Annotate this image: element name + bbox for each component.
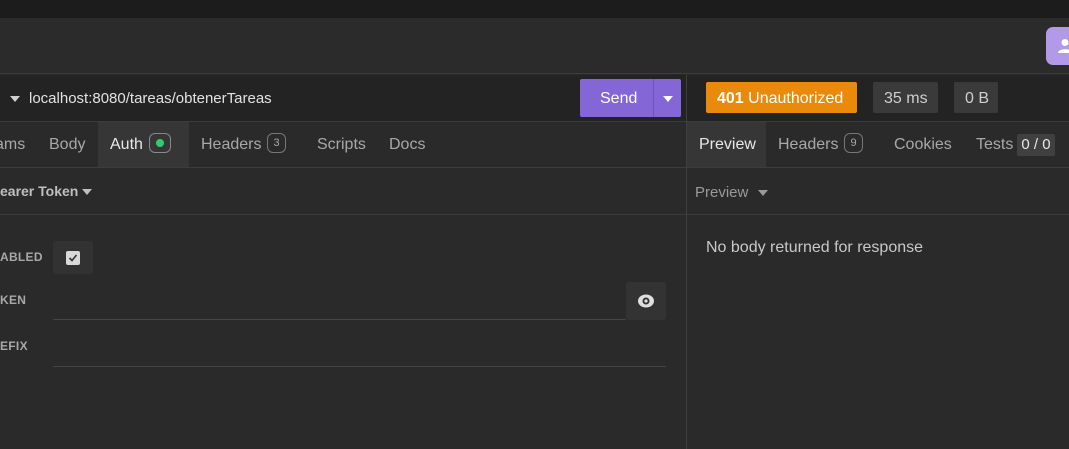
tests-count-badge: 0 / 0 xyxy=(1017,134,1055,156)
method-dropdown-chevron-down-icon[interactable] xyxy=(10,96,20,102)
response-size: 0 B xyxy=(965,90,990,107)
toggle-visibility-button[interactable] xyxy=(626,282,666,320)
tab-body[interactable]: Body xyxy=(37,122,97,167)
token-input[interactable] xyxy=(53,319,626,320)
response-time: 35 ms xyxy=(884,90,928,107)
tab-tests[interactable]: Tests 0 / 0 xyxy=(964,122,1069,167)
tab-auth[interactable]: Auth xyxy=(98,122,189,167)
prefix-label: EFIX xyxy=(0,339,28,353)
tab-preview[interactable]: Preview xyxy=(687,122,766,167)
empty-response-message: No body returned for response xyxy=(706,239,924,256)
response-headers-count-badge: 9 xyxy=(844,132,863,153)
prefix-input[interactable] xyxy=(53,366,666,367)
tab-params[interactable]: ams xyxy=(0,122,40,167)
eye-icon xyxy=(638,294,654,308)
headers-count-badge: 3 xyxy=(267,132,286,153)
send-divider xyxy=(653,79,654,117)
tab-label: Body xyxy=(49,136,86,153)
token-label: KEN xyxy=(0,293,27,307)
status-text: 401 Unauthorized xyxy=(717,90,843,108)
tab-headers[interactable]: Headers 3 xyxy=(189,122,298,167)
tab-label: Auth xyxy=(110,136,143,153)
user-icon xyxy=(1058,39,1069,53)
tab-label: Scripts xyxy=(317,136,366,153)
enabled-checkbox[interactable] xyxy=(66,251,80,265)
window-top-bar xyxy=(0,0,1069,18)
app-header xyxy=(0,18,1069,74)
divider xyxy=(687,214,1069,215)
chevron-down-icon[interactable] xyxy=(758,190,768,196)
preview-mode-dropdown[interactable]: Preview xyxy=(695,184,748,201)
tab-label: Cookies xyxy=(894,136,952,153)
profile-button[interactable] xyxy=(1046,27,1069,65)
tab-label: Tests xyxy=(976,136,1014,153)
tab-response-headers[interactable]: Headers 9 xyxy=(766,122,875,167)
status-code: 401 xyxy=(717,90,744,107)
tab-label: Preview xyxy=(699,136,756,153)
chevron-down-icon[interactable] xyxy=(82,189,92,195)
tab-cookies[interactable]: Cookies xyxy=(882,122,964,167)
tab-label: Docs xyxy=(389,136,426,153)
tab-docs[interactable]: Docs xyxy=(377,122,437,167)
tab-label: ams xyxy=(0,136,26,153)
send-options-chevron-down-icon[interactable] xyxy=(663,96,673,102)
auth-enabled-status-icon xyxy=(148,132,171,153)
url-input[interactable]: localhost:8080/tareas/obtenerTareas xyxy=(29,89,272,109)
auth-type-row xyxy=(0,168,686,215)
check-icon xyxy=(68,254,78,262)
tab-label: Headers xyxy=(778,136,839,153)
tab-scripts[interactable]: Scripts xyxy=(305,122,378,167)
auth-type-dropdown[interactable]: earer Token xyxy=(0,183,78,199)
enabled-label: ABLED xyxy=(0,250,43,264)
send-button-label[interactable]: Send xyxy=(600,89,637,109)
status-message: Unauthorized xyxy=(748,90,844,107)
tab-label: Headers xyxy=(201,136,262,153)
